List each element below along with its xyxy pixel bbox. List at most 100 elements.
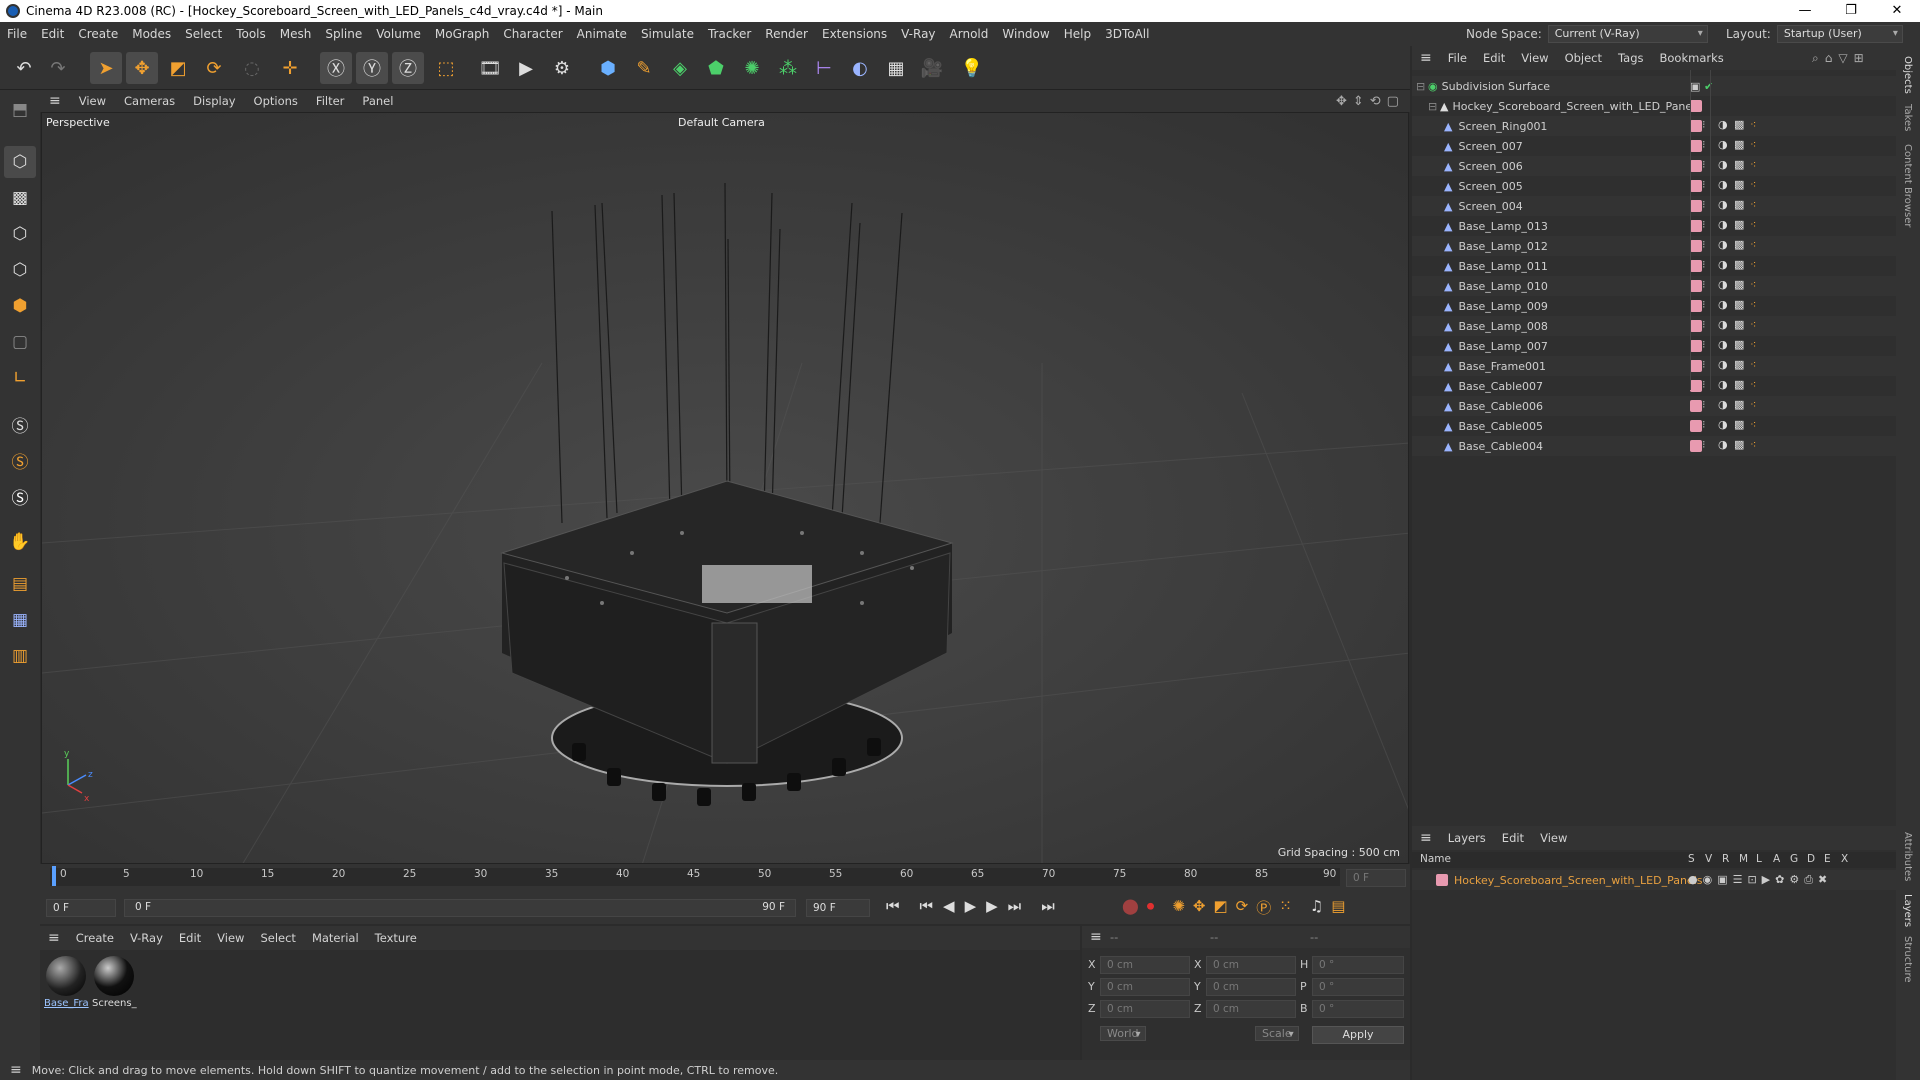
texture-tag-icon[interactable]: ⁖ [1750, 118, 1756, 131]
material-menu-material[interactable]: Material [304, 931, 367, 945]
texture-tag-icon[interactable]: ⁖ [1750, 158, 1756, 171]
pla-key-icon[interactable]: ⁙ [1279, 897, 1292, 918]
size-y-field[interactable]: 0 cm [1206, 978, 1296, 996]
visibility-dots-icon[interactable]: ⁝ [1702, 258, 1706, 271]
x-axis-icon[interactable]: Ⓧ [320, 52, 352, 84]
autokey-icon[interactable]: ⏺ [1147, 897, 1155, 918]
menu-render[interactable]: Render [758, 27, 815, 41]
object-row[interactable]: ▲ Screen_004 ⁝ ◑ ▩ ⁖ [1412, 196, 1896, 216]
menu-vray[interactable]: V-Ray [894, 27, 942, 41]
viewport-menu-display[interactable]: Display [184, 94, 244, 108]
cube-icon[interactable]: ⬢ [592, 52, 624, 84]
visibility-dots-icon[interactable]: ⁝ [1702, 418, 1706, 431]
points-mode-icon[interactable]: ⬡ [4, 218, 36, 250]
rotate-icon[interactable]: ⟳ [198, 52, 230, 84]
start-frame-field[interactable]: 0 F [46, 899, 116, 917]
menu-help[interactable]: Help [1057, 27, 1098, 41]
object-row[interactable]: ▲ Base_Lamp_010 ⁝ ◑ ▩ ⁖ [1412, 276, 1896, 296]
size-z-field[interactable]: 0 cm [1206, 1000, 1296, 1018]
material-swatch[interactable]: Screens_ [92, 954, 137, 1012]
cloner-icon[interactable]: ⁂ [772, 52, 804, 84]
vray-tag-icon[interactable]: ◑ [1718, 398, 1728, 411]
material-menu-vray[interactable]: V-Ray [122, 931, 171, 945]
deformer-icon[interactable]: ⊢ [808, 52, 840, 84]
apply-button[interactable]: Apply [1312, 1026, 1404, 1044]
menu-animate[interactable]: Animate [570, 27, 634, 41]
scale-icon[interactable]: ◩ [162, 52, 194, 84]
object-row[interactable]: ▲ Base_Lamp_013 ⁝ ◑ ▩ ⁖ [1412, 216, 1896, 236]
next-key-icon[interactable]: ⏭ [1008, 897, 1022, 915]
menu-simulate[interactable]: Simulate [634, 27, 701, 41]
camera-icon[interactable]: 🎥 [916, 52, 948, 84]
snap-settings-icon[interactable]: Ⓢ [4, 444, 36, 476]
keyframe-selection-icon[interactable]: ✺ [1172, 897, 1185, 918]
layer-color-swatch[interactable] [1690, 140, 1702, 152]
z-axis-icon[interactable]: Ⓩ [392, 52, 424, 84]
material-tag-icon[interactable]: ▩ [1734, 158, 1744, 171]
material-tag-icon[interactable]: ▩ [1734, 238, 1744, 251]
tab-structure[interactable]: Structure [1902, 936, 1913, 983]
snap-icon[interactable]: Ⓢ [4, 408, 36, 440]
texture-tag-icon[interactable]: ⁖ [1750, 138, 1756, 151]
menu-file[interactable]: File [0, 27, 34, 41]
parameter-key-icon[interactable]: Ⓟ [1256, 897, 1271, 918]
layer-column-header[interactable]: M [1739, 853, 1756, 865]
play-icon[interactable]: ▶ [965, 897, 977, 915]
texture-tag-icon[interactable]: ⁖ [1750, 178, 1756, 191]
visibility-dots-icon[interactable]: ⁝ [1702, 338, 1706, 351]
object-row[interactable]: ▲ Base_Lamp_012 ⁝ ◑ ▩ ⁖ [1412, 236, 1896, 256]
objects-menu-view[interactable]: View [1513, 51, 1556, 65]
material-tag-icon[interactable]: ▩ [1734, 318, 1744, 331]
material-hamburger-icon[interactable]: ≡ [40, 930, 68, 946]
timeline-ruler[interactable]: 0 5 10 15 20 25 30 35 40 45 50 55 60 65 … [40, 864, 1410, 892]
material-tag-icon[interactable]: ▩ [1734, 218, 1744, 231]
material-swatch[interactable]: Base_Fra [44, 954, 89, 1012]
object-row-root[interactable]: ⊟ ◉ Subdivision Surface ▣ ✔ [1412, 76, 1896, 96]
objects-menu-bookmarks[interactable]: Bookmarks [1652, 51, 1732, 65]
tab-content-browser[interactable]: Content Browser [1902, 144, 1913, 227]
menu-extensions[interactable]: Extensions [815, 27, 894, 41]
workplane-icon[interactable]: ▤ [4, 568, 36, 600]
move-icon[interactable]: ✥ [126, 52, 158, 84]
object-row[interactable]: ▲ Base_Cable007 ⁝ ◑ ▩ ⁖ [1412, 376, 1896, 396]
layer-column-header[interactable]: D [1807, 853, 1824, 865]
layout-dropdown[interactable]: Startup (User) [1776, 25, 1903, 43]
layer-column-header[interactable]: E [1824, 853, 1841, 865]
end-frame-field[interactable]: 90 F [806, 899, 870, 917]
object-row[interactable]: ▲ Base_Lamp_008 ⁝ ◑ ▩ ⁖ [1412, 316, 1896, 336]
menu-tools[interactable]: Tools [229, 27, 273, 41]
edit-check-icon[interactable]: ▣ [1690, 80, 1700, 93]
tab-objects[interactable]: Objects [1902, 56, 1913, 94]
menu-window[interactable]: Window [995, 27, 1056, 41]
field-icon[interactable]: ◐ [844, 52, 876, 84]
subdivision-icon[interactable]: ◈ [664, 52, 696, 84]
redo-icon[interactable]: ↷ [42, 52, 74, 84]
select-cursor-icon[interactable]: ➤ [90, 52, 122, 84]
object-row-group[interactable]: ⊟ ▲ Hockey_Scoreboard_Screen_with_LED_Pa… [1412, 96, 1896, 116]
y-axis-icon[interactable]: Ⓨ [356, 52, 388, 84]
menu-arnold[interactable]: Arnold [943, 27, 996, 41]
layer-color-swatch[interactable] [1690, 240, 1702, 252]
visibility-dots-icon[interactable]: ⁝ [1702, 298, 1706, 311]
position-x-field[interactable]: 0 cm [1100, 956, 1190, 974]
vray-tag-icon[interactable]: ◑ [1718, 138, 1728, 151]
material-tag-icon[interactable]: ▩ [1734, 298, 1744, 311]
rotation-key-icon[interactable]: ⟳ [1236, 897, 1249, 918]
record-icon[interactable]: ⬤ [1122, 897, 1139, 918]
grid-icon[interactable]: ▦ [4, 604, 36, 636]
texture-tag-icon[interactable]: ⁖ [1750, 438, 1756, 451]
pen-spline-icon[interactable]: ✎ [628, 52, 660, 84]
visibility-dots-icon[interactable]: ⁝ [1702, 198, 1706, 211]
vray-tag-icon[interactable]: ◑ [1718, 258, 1728, 271]
coordinate-system-icon[interactable]: ⬚ [430, 52, 462, 84]
material-menu-select[interactable]: Select [252, 931, 303, 945]
menu-tracker[interactable]: Tracker [701, 27, 758, 41]
object-row[interactable]: ▲ Base_Cable004 ⁝ ◑ ▩ ⁖ [1412, 436, 1896, 456]
tab-layers[interactable]: Layers [1902, 894, 1913, 927]
menu-volume[interactable]: Volume [369, 27, 428, 41]
objects-menu-object[interactable]: Object [1557, 51, 1610, 65]
uv-mode-icon[interactable]: ▢ [4, 326, 36, 358]
rotation-h-field[interactable]: 0 ° [1312, 956, 1404, 974]
visibility-dots-icon[interactable]: ⁝ [1702, 138, 1706, 151]
material-tag-icon[interactable]: ▩ [1734, 378, 1744, 391]
